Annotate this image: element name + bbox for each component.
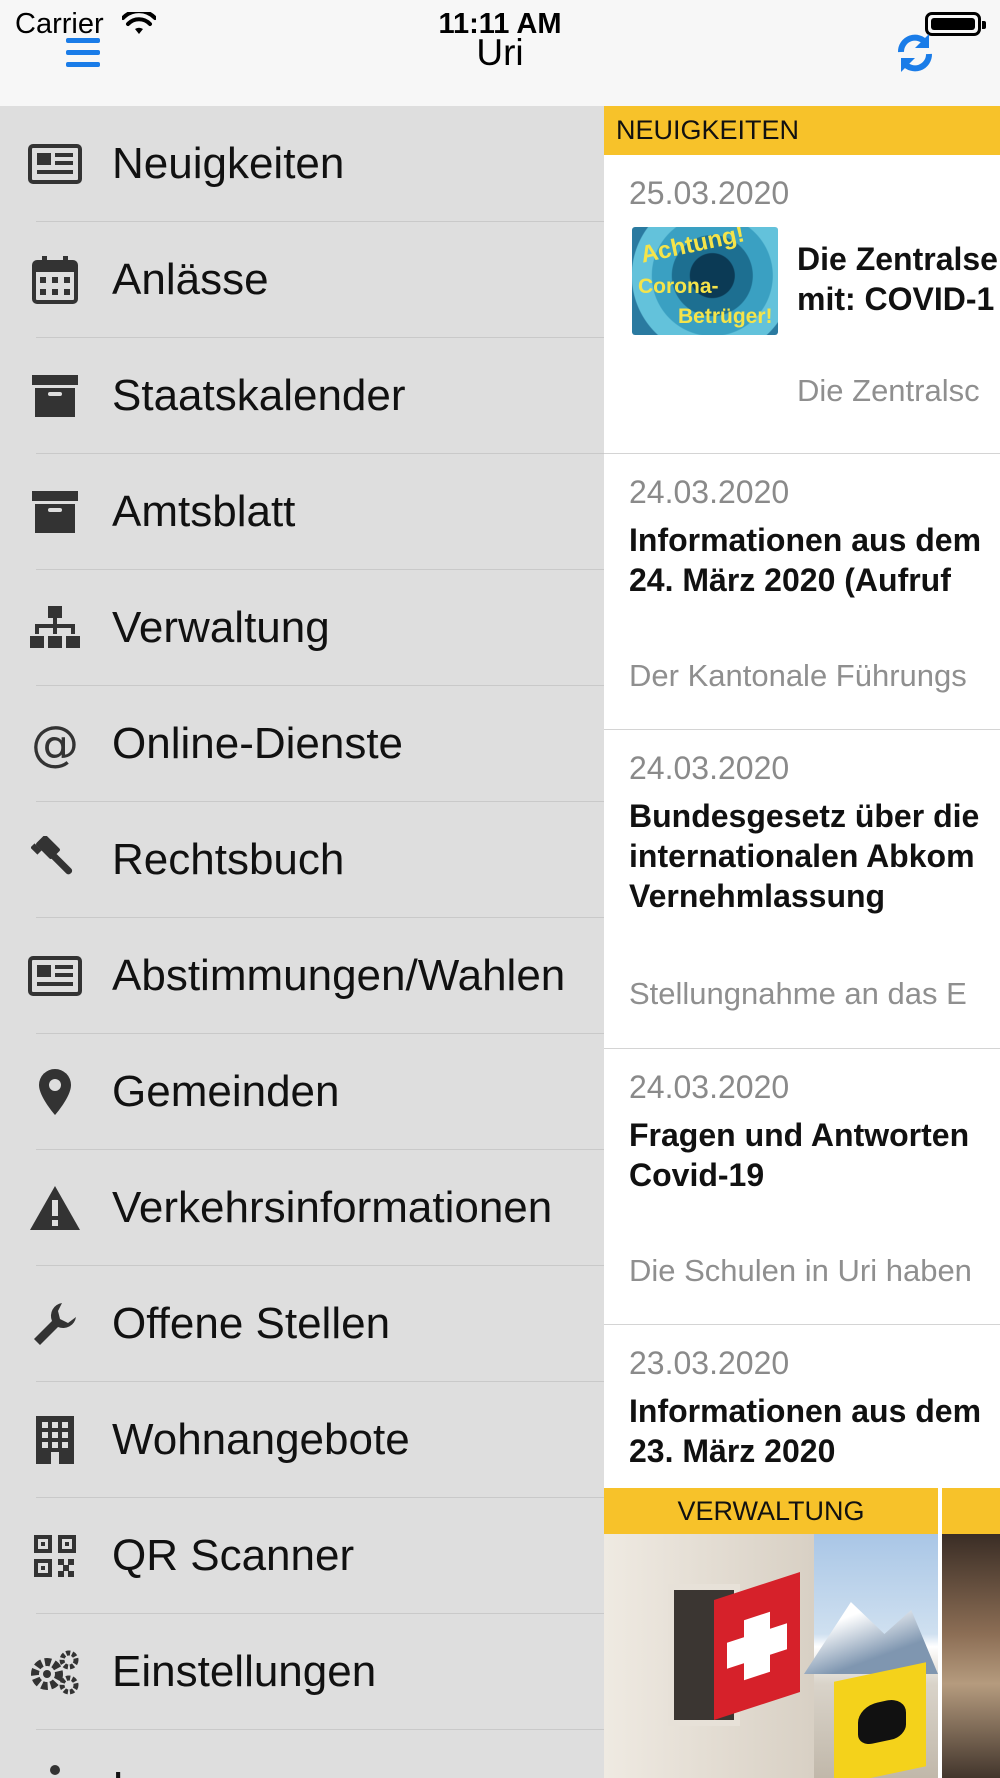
sitemap-icon: [28, 604, 82, 652]
refresh-icon[interactable]: [895, 32, 935, 74]
menu-item-label: Amtsblatt: [112, 487, 296, 536]
menu-item-online-dienste[interactable]: @ Online-Dienste: [0, 686, 604, 802]
menu-item-qr-scanner[interactable]: QR Scanner: [0, 1498, 604, 1614]
menu-item-einstellungen[interactable]: Einstellungen: [0, 1614, 604, 1730]
at-sign-icon: @: [31, 716, 79, 772]
news-teaser: Stellungnahme an das E: [629, 976, 967, 1011]
menu-item-label: Verwaltung: [112, 603, 330, 652]
page-title: Uri: [476, 32, 524, 73]
menu-item-verkehrsinformationen[interactable]: Verkehrsinformationen: [0, 1150, 604, 1266]
menu-item-label: Rechtsbuch: [112, 835, 345, 884]
news-headline: Informationen aus dem 23. März 2020: [629, 1393, 982, 1469]
calendar-icon: [28, 256, 82, 304]
menu-item-staatskalender[interactable]: Staatskalender: [0, 338, 604, 454]
gears-icon: [28, 1648, 82, 1696]
map-pin-icon: [28, 1068, 82, 1116]
menu-item-label: Verkehrsinformationen: [112, 1183, 553, 1232]
archive-box-icon: [28, 372, 82, 420]
menu-item-label: Impressum: [112, 1730, 330, 1778]
section-header-verwaltung[interactable]: VERWALTUNG: [604, 1488, 1000, 1534]
news-date: 24.03.2020: [629, 474, 790, 510]
menu-item-label: Online-Dienste: [112, 719, 404, 768]
news-teaser: Der Kantonale Führungs: [629, 658, 967, 693]
uri-flag: [834, 1662, 926, 1778]
news-headline: Informationen aus dem 24. März 2020 (Auf…: [629, 522, 982, 598]
building-icon: [28, 1416, 82, 1464]
wrench-icon: [28, 1300, 82, 1348]
qr-code-icon: [28, 1532, 82, 1580]
menu-item-anlaesse[interactable]: Anlässe: [0, 222, 604, 338]
next-section-photo[interactable]: [942, 1534, 1000, 1778]
news-date: 25.03.2020: [629, 175, 790, 211]
news-teaser: Die Zentralsc: [797, 373, 980, 408]
warning-icon: [28, 1184, 82, 1232]
news-headline: Fragen und Antworten Covid-19: [629, 1117, 970, 1193]
news-item[interactable]: 25.03.2020 Achtung! Corona- Betrüger! Di…: [604, 155, 1000, 454]
menu-item-label: Neuigkeiten: [112, 139, 345, 188]
news-item[interactable]: 24.03.2020 Informationen aus dem 24. Mär…: [604, 454, 1000, 730]
menu-item-neuigkeiten[interactable]: Neuigkeiten: [0, 106, 604, 222]
menu-item-verwaltung[interactable]: Verwaltung: [0, 570, 604, 686]
menu-item-label: QR Scanner: [112, 1531, 355, 1580]
menu-item-rechtsbuch[interactable]: Rechtsbuch: [0, 802, 604, 918]
menu-item-label: Wohnangebote: [112, 1415, 410, 1464]
menu-item-offene-stellen[interactable]: Offene Stellen: [0, 1266, 604, 1382]
menu-item-label: Staatskalender: [112, 371, 406, 420]
verwaltung-photo[interactable]: [604, 1534, 938, 1778]
news-date: 24.03.2020: [629, 750, 790, 786]
news-teaser: Die Schulen in Uri haben: [629, 1253, 972, 1288]
menu-item-impressum[interactable]: Impressum: [0, 1730, 604, 1778]
menu-item-gemeinden[interactable]: Gemeinden: [0, 1034, 604, 1150]
news-item[interactable]: 24.03.2020 Fragen und Antworten Covid-19…: [604, 1049, 1000, 1325]
menu-item-label: Anlässe: [112, 255, 269, 304]
news-item[interactable]: 24.03.2020 Bundesgesetz über die interna…: [604, 730, 1000, 1049]
menu-item-abstimmungen-wahlen[interactable]: Abstimmungen/Wahlen: [0, 918, 604, 1034]
menu-item-label: Gemeinden: [112, 1067, 340, 1116]
menu-item-label: Einstellungen: [112, 1647, 377, 1696]
news-date: 23.03.2020: [629, 1345, 790, 1381]
menu-item-wohnangebote[interactable]: Wohnangebote: [0, 1382, 604, 1498]
news-date: 24.03.2020: [629, 1069, 790, 1105]
news-item[interactable]: 23.03.2020 Informationen aus dem 23. Mär…: [604, 1325, 1000, 1485]
info-icon: [28, 1764, 82, 1778]
menu-item-amtsblatt[interactable]: Amtsblatt: [0, 454, 604, 570]
navigation-bar: Carrier 11:11 AM Uri: [0, 0, 1000, 107]
news-panel: NEUIGKEITEN 25.03.2020 Achtung! Corona- …: [604, 106, 1000, 1778]
archive-box-icon: [28, 488, 82, 536]
side-menu: Neuigkeiten Anlässe Staatskalender Amtsb…: [0, 106, 604, 1778]
menu-item-label: Offene Stellen: [112, 1299, 391, 1348]
newspaper-icon: [28, 140, 82, 188]
gavel-icon: [28, 836, 82, 884]
news-headline: Die Zentralse mit: COVID-1: [797, 241, 998, 317]
section-header-neuigkeiten: NEUIGKEITEN: [604, 106, 1000, 155]
news-headline: Bundesgesetz über die internationalen Ab…: [629, 798, 980, 914]
menu-item-label: Abstimmungen/Wahlen: [112, 951, 566, 1000]
newspaper-icon: [28, 952, 82, 1000]
news-thumbnail: Achtung! Corona- Betrüger!: [632, 227, 778, 335]
